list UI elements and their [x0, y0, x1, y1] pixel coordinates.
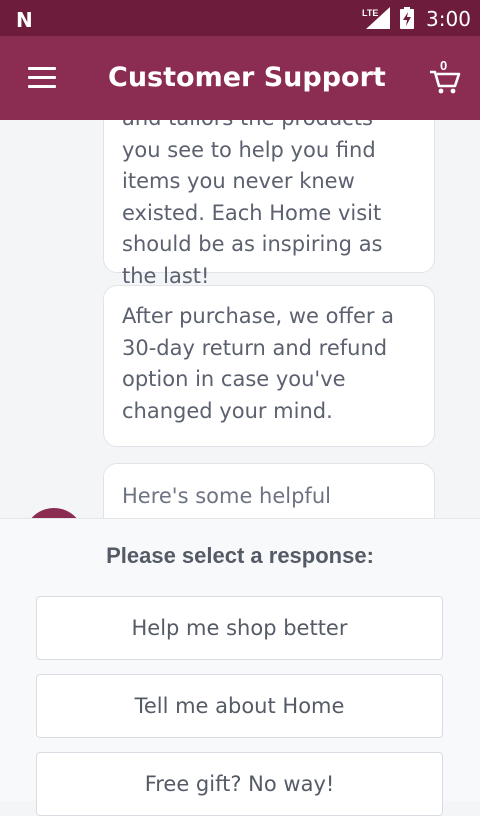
response-option-about-home[interactable]: Tell me about Home: [36, 674, 443, 738]
chat-message: After purchase, we offer a 30-day return…: [103, 285, 435, 447]
response-option-shop-better[interactable]: Help me shop better: [36, 596, 443, 660]
response-prompt: Please select a response:: [106, 543, 374, 568]
app-bar: Customer Support 0: [0, 36, 480, 120]
carrier-logo-icon: N: [16, 8, 33, 32]
menu-icon[interactable]: [28, 67, 56, 88]
status-bar: N LTE 3:00: [0, 0, 480, 36]
avatar: [24, 508, 84, 518]
response-panel: Please select a response: Help me shop b…: [0, 518, 480, 816]
cart-badge: 0: [440, 58, 448, 73]
clock: 3:00: [426, 7, 471, 31]
battery-charging-icon: [400, 7, 414, 29]
chat-message: and tailors the products you see to help…: [103, 120, 435, 288]
page-title: Customer Support: [108, 62, 386, 93]
signal-icon: [366, 7, 390, 29]
response-option-free-gift[interactable]: Free gift? No way!: [36, 752, 443, 816]
chat-thread[interactable]: and tailors the products you see to help…: [0, 120, 480, 518]
chat-message: Here's some helpful: [103, 463, 435, 518]
